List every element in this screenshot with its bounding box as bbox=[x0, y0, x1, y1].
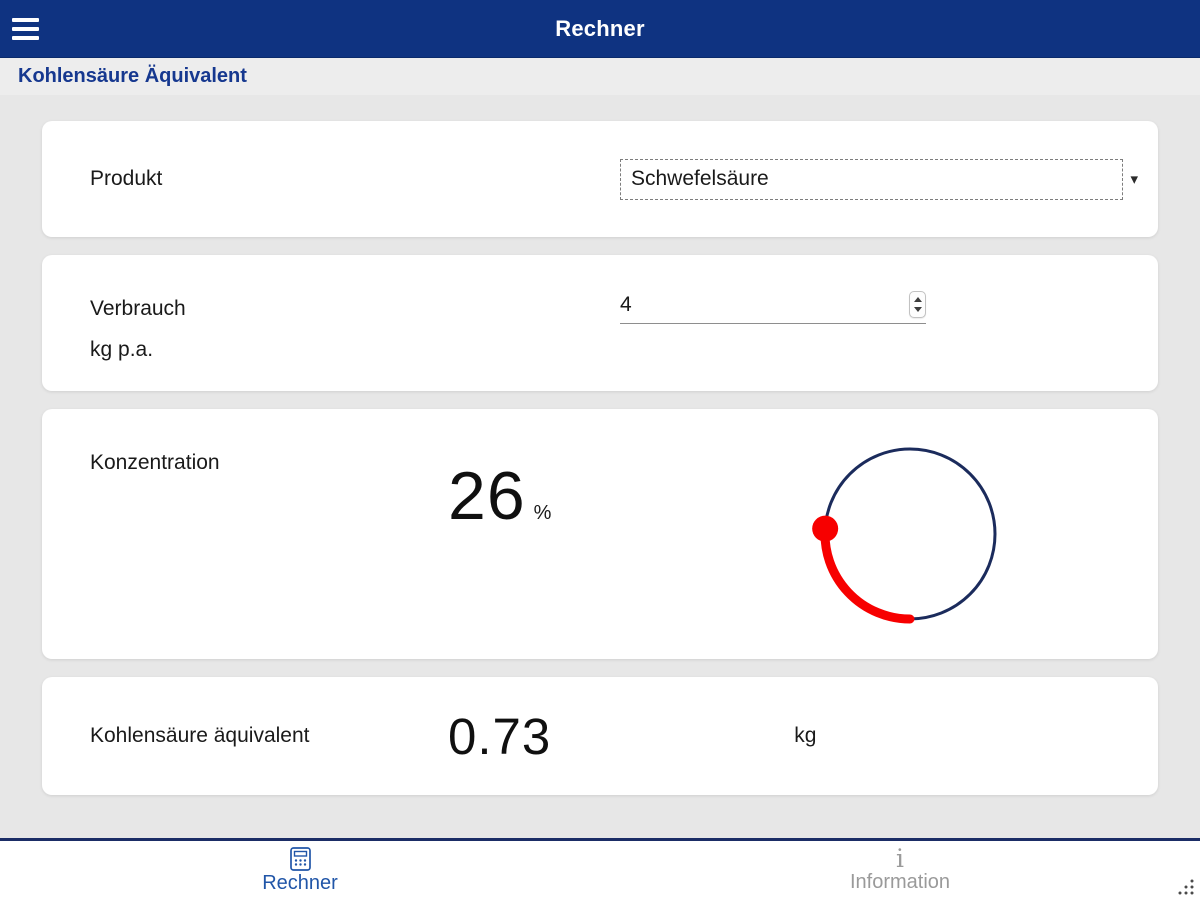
dial-handle[interactable] bbox=[812, 515, 839, 542]
konzentration-unit: % bbox=[533, 502, 552, 524]
produkt-select-value: Schwefelsäure bbox=[620, 158, 1124, 200]
result-value: 0.73 bbox=[448, 707, 552, 765]
result-label: Kohlensäure äquivalent bbox=[90, 724, 310, 747]
menu-button[interactable] bbox=[10, 13, 44, 45]
verbrauch-unit-label: kg p.a. bbox=[90, 338, 154, 361]
tab-rechner[interactable]: Rechner bbox=[0, 841, 600, 900]
tab-information-label: Information bbox=[849, 870, 951, 893]
resize-grip-icon[interactable] bbox=[1175, 876, 1195, 896]
result-unit: kg bbox=[794, 724, 817, 747]
hamburger-icon bbox=[12, 18, 39, 22]
produkt-select[interactable]: Schwefelsäure ▾ bbox=[620, 158, 1138, 200]
top-bar: Rechner bbox=[0, 0, 1200, 58]
info-icon: i bbox=[896, 843, 904, 873]
app-title: Rechner bbox=[555, 15, 645, 41]
tab-information[interactable]: i Information bbox=[600, 841, 1200, 900]
calculator-icon bbox=[289, 846, 311, 871]
content-area: Produkt Schwefelsäure ▾ Verbrauch kg p.a… bbox=[0, 95, 1200, 795]
produkt-card: Produkt Schwefelsäure ▾ bbox=[42, 121, 1158, 237]
stepper-up-button[interactable] bbox=[913, 297, 923, 303]
produkt-label: Produkt bbox=[90, 167, 163, 190]
number-stepper bbox=[909, 291, 926, 318]
chevron-down-icon bbox=[913, 307, 922, 312]
verbrauch-label: Verbrauch bbox=[90, 297, 186, 320]
verbrauch-input[interactable] bbox=[620, 292, 909, 317]
page-title: Kohlensäure Äquivalent bbox=[18, 65, 247, 87]
concentration-dial[interactable] bbox=[800, 424, 1020, 644]
page-subheader: Kohlensäure Äquivalent bbox=[0, 58, 1200, 95]
konzentration-number: 26 bbox=[448, 458, 526, 534]
chevron-down-icon: ▾ bbox=[1130, 170, 1138, 188]
tab-rechner-label: Rechner bbox=[262, 871, 338, 894]
verbrauch-input-area bbox=[620, 255, 1138, 391]
verbrauch-card: Verbrauch kg p.a. bbox=[42, 255, 1158, 391]
verbrauch-labels: Verbrauch kg p.a. bbox=[90, 255, 620, 391]
result-card: Kohlensäure äquivalent 0.73 kg bbox=[42, 677, 1158, 795]
dial-value-arc bbox=[820, 524, 915, 624]
konzentration-card: Konzentration 26 % bbox=[42, 409, 1158, 659]
dial-svg[interactable] bbox=[800, 424, 1020, 644]
konzentration-value: 26 % bbox=[448, 457, 551, 535]
tab-bar: Rechner i Information bbox=[0, 841, 1200, 900]
chevron-up-icon bbox=[913, 297, 922, 302]
konzentration-label: Konzentration bbox=[90, 451, 220, 474]
verbrauch-input-row bbox=[620, 291, 926, 324]
stepper-down-button[interactable] bbox=[913, 307, 923, 313]
